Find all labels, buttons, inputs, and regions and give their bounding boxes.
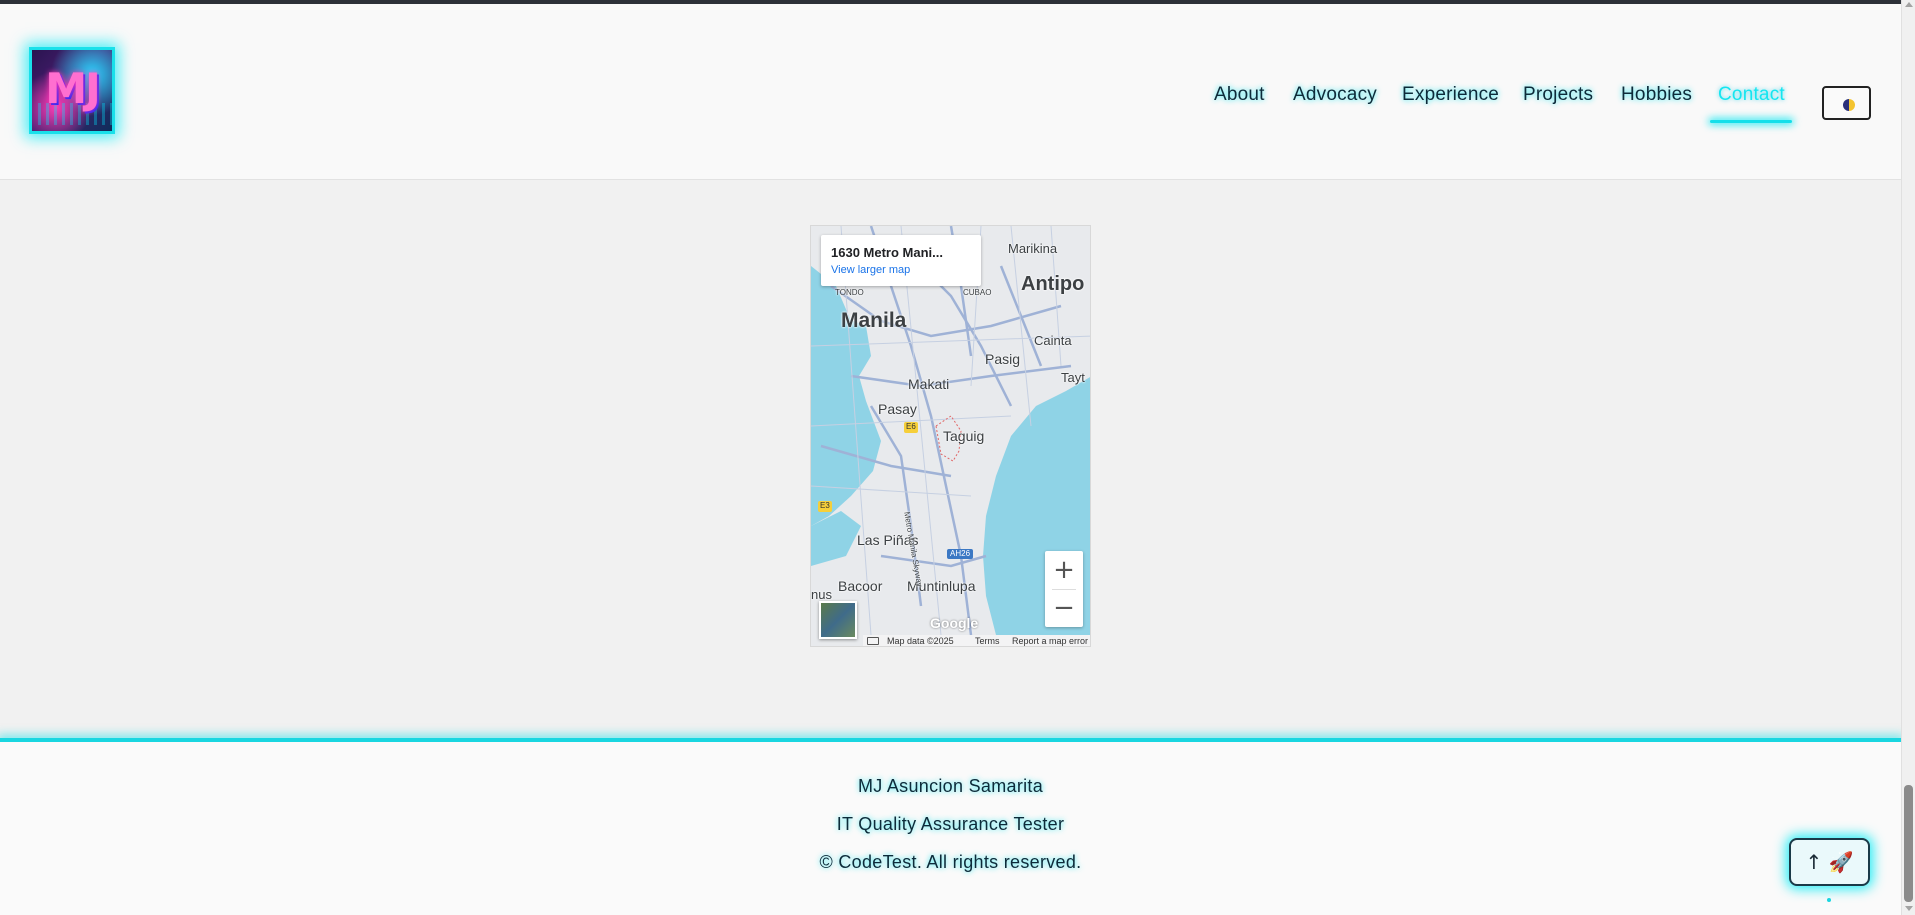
map-label-pasig: Pasig	[985, 351, 1021, 367]
zoom-in-button[interactable]: +	[1045, 551, 1083, 589]
zoom-out-button[interactable]: −	[1045, 589, 1083, 627]
map-place-card: 1630 Metro Mani... View larger map	[821, 235, 981, 286]
map-label-marikina: Marikina	[1008, 241, 1058, 256]
map-place-title: 1630 Metro Mani...	[831, 245, 943, 260]
satellite-layer-toggle[interactable]	[819, 601, 857, 639]
map-label-tondo: TONDO	[835, 288, 864, 297]
footer-name: MJ Asuncion Samarita	[857, 776, 1044, 796]
map-label-taguig: Taguig	[943, 428, 985, 444]
back-to-top-indicator	[1827, 898, 1831, 902]
map-label-makati: Makati	[908, 376, 950, 392]
map-zoom-controls: + −	[1045, 551, 1083, 627]
logo-text: MJ	[45, 64, 100, 113]
map-shield-e6: E6	[906, 422, 916, 431]
site-footer: MJ Asuncion Samarita IT Quality Assuranc…	[0, 742, 1901, 915]
scrollbar-thumb[interactable]	[1904, 785, 1913, 902]
scroll-down-arrow-icon[interactable]	[1905, 906, 1913, 911]
map-label-bacoor: Bacoor	[838, 578, 883, 594]
google-logo: Google	[930, 615, 979, 631]
scroll-up-arrow-icon[interactable]	[1905, 2, 1913, 7]
map-shield-e3: E3	[820, 501, 830, 510]
map-label-manila: Manila	[841, 309, 907, 332]
view-larger-map-link[interactable]: View larger map	[831, 264, 910, 276]
footer-copyright: © CodeTest. All rights reserved.	[819, 852, 1082, 872]
map-label-nus: nus	[811, 587, 832, 602]
theme-toggle-button[interactable]	[1822, 86, 1871, 120]
nav-active-underline	[1710, 120, 1792, 123]
nav-contact[interactable]: Contact	[1718, 84, 1785, 106]
map-report-error-link[interactable]: Report a map error	[1012, 636, 1088, 646]
map-terms-link[interactable]: Terms	[975, 636, 1000, 646]
nav-experience[interactable]: Experience	[1402, 84, 1499, 106]
site-logo[interactable]: MJ	[29, 47, 115, 134]
map-label-antipolo: Antipo	[1021, 273, 1085, 295]
embedded-map[interactable]: Manila Marikina Antipo Cainta Pasig Tayt…	[810, 225, 1091, 647]
nav-about[interactable]: About	[1214, 84, 1265, 106]
nav-advocacy[interactable]: Advocacy	[1293, 84, 1377, 106]
footer-role: IT Quality Assurance Tester	[836, 814, 1065, 834]
nav-projects[interactable]: Projects	[1523, 84, 1593, 106]
map-label-cubao: CUBAO	[963, 288, 992, 297]
site-header: MJ About Advocacy Experience Projects Ho…	[0, 4, 1901, 180]
half-moon-icon	[1843, 99, 1855, 111]
map-data-text: Map data ©2025	[887, 636, 954, 646]
map-attribution-bar: Map data ©2025 Terms Report a map error	[863, 635, 1090, 646]
map-label-pasay: Pasay	[878, 401, 917, 417]
map-label-taytay: Tayt	[1061, 370, 1085, 385]
nav-hobbies[interactable]: Hobbies	[1621, 84, 1692, 106]
keyboard-shortcuts-icon[interactable]	[867, 637, 879, 645]
back-to-top-button[interactable]: ↑ 🚀	[1789, 838, 1870, 886]
map-shield-ah26: AH26	[950, 549, 971, 558]
page-scrollbar[interactable]	[1901, 0, 1915, 915]
map-label-cainta: Cainta	[1034, 333, 1072, 348]
